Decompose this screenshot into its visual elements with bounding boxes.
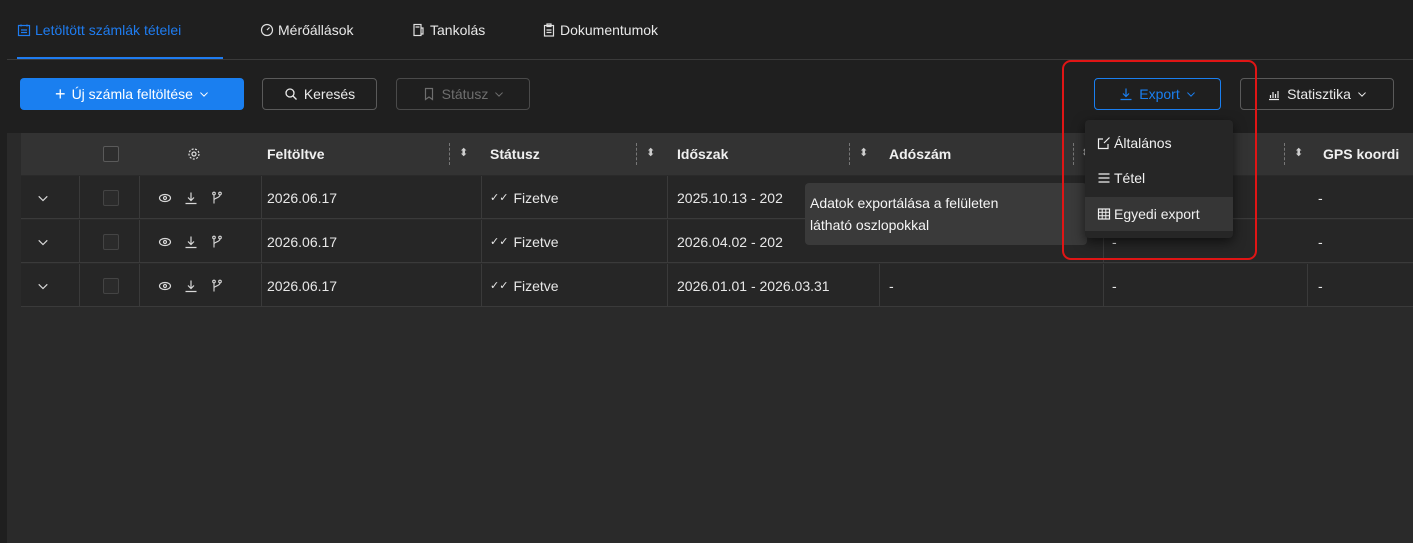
tab-documents[interactable]: Dokumentumok	[542, 22, 658, 38]
double-check-icon: ✓✓	[490, 236, 509, 248]
header-gps[interactable]: GPS koordi	[1323, 133, 1399, 175]
header-period[interactable]: Időszak	[677, 133, 728, 175]
gps-cell: -	[1318, 189, 1323, 206]
row-actions	[158, 176, 236, 219]
expand-row-icon[interactable]	[37, 264, 49, 307]
period-cell: 2026.01.01 - 2026.03.31	[677, 277, 830, 294]
tab-meter-readings[interactable]: Mérőállások	[260, 22, 353, 38]
header-select-all[interactable]	[103, 133, 119, 175]
tab-label: Tankolás	[430, 22, 486, 38]
row-checkbox[interactable]	[103, 220, 119, 263]
tab-downloaded-invoice-items[interactable]: Letöltött számlák tételei	[17, 22, 181, 38]
header-tax-number[interactable]: Adószám	[889, 133, 951, 175]
eye-icon[interactable]	[158, 191, 172, 205]
period-cell: 2026.04.02 - 202	[677, 233, 783, 250]
download-icon[interactable]	[184, 191, 198, 205]
uploaded-cell: 2026.06.17	[267, 233, 338, 250]
bookmark-icon	[424, 87, 433, 101]
fuel-icon	[413, 23, 424, 37]
uploaded-cell: 2026.06.17	[267, 277, 338, 294]
status-filter-button[interactable]: Státusz	[396, 78, 530, 110]
eye-icon[interactable]	[158, 279, 172, 293]
sort-icon[interactable]: ⬍	[646, 146, 655, 159]
chevron-down-icon	[495, 92, 504, 97]
column-resizer[interactable]	[449, 143, 450, 165]
tax-number-cell: -	[889, 277, 894, 294]
clipboard-icon	[543, 23, 555, 37]
row-checkbox[interactable]	[103, 264, 119, 307]
status-cell: ✓✓ Fizetve	[490, 277, 559, 294]
chevron-down-icon	[1357, 92, 1366, 97]
double-check-icon: ✓✓	[490, 280, 509, 292]
tab-label: Letöltött számlák tételei	[35, 22, 182, 38]
column-resizer[interactable]	[1284, 143, 1285, 165]
branch-icon[interactable]	[210, 235, 224, 249]
partial-cell: -	[1112, 277, 1117, 294]
uploaded-cell: 2026.06.17	[267, 189, 338, 206]
expand-row-icon[interactable]	[37, 220, 49, 263]
invoice-icon	[17, 24, 31, 37]
double-check-icon: ✓✓	[490, 192, 509, 204]
branch-icon[interactable]	[210, 191, 224, 205]
new-invoice-button[interactable]: + Új számla feltöltése	[20, 78, 244, 110]
tab-bar: Letöltött számlák tételei Mérőállások Ta…	[7, 0, 1413, 60]
period-cell: 2025.10.13 - 202	[677, 189, 783, 206]
sort-icon[interactable]: ⬍	[859, 146, 868, 159]
chevron-down-icon	[200, 92, 208, 97]
tab-fueling[interactable]: Tankolás	[412, 22, 485, 38]
tab-label: Dokumentumok	[560, 22, 659, 38]
column-resizer[interactable]	[636, 143, 637, 165]
sort-icon[interactable]: ⬍	[459, 146, 468, 159]
column-settings[interactable]	[187, 133, 201, 175]
download-icon[interactable]	[184, 235, 198, 249]
eye-icon[interactable]	[158, 235, 172, 249]
status-cell: ✓✓ Fizetve	[490, 233, 559, 250]
bar-chart-icon	[1269, 91, 1280, 101]
gauge-icon	[260, 23, 274, 37]
gear-icon	[188, 148, 200, 160]
search-icon	[285, 88, 297, 100]
column-resizer[interactable]	[849, 143, 850, 165]
app-frame: Letöltött számlák tételei Mérőállások Ta…	[7, 0, 1413, 543]
header-status[interactable]: Státusz	[490, 133, 540, 175]
row-checkbox[interactable]	[103, 176, 119, 219]
export-tooltip: Adatok exportálása a felületen látható o…	[805, 183, 1087, 245]
active-tab-indicator	[17, 57, 223, 59]
download-icon[interactable]	[184, 279, 198, 293]
row-actions	[158, 220, 236, 263]
table-row[interactable]: 2026.06.17 ✓✓ Fizetve 2026.01.01 - 2026.0…	[21, 264, 1413, 307]
row-actions	[158, 264, 236, 307]
tab-label: Mérőállások	[278, 22, 354, 38]
branch-icon[interactable]	[210, 279, 224, 293]
statistics-button[interactable]: Statisztika	[1240, 78, 1394, 110]
expand-row-icon[interactable]	[37, 176, 49, 219]
header-uploaded[interactable]: Feltöltve	[267, 133, 325, 175]
sort-icon[interactable]: ⬍	[1294, 146, 1303, 159]
search-button[interactable]: Keresés	[262, 78, 377, 110]
status-cell: ✓✓ Fizetve	[490, 189, 559, 206]
gps-cell: -	[1318, 277, 1323, 294]
gps-cell: -	[1318, 233, 1323, 250]
annotation-highlight-box	[1062, 60, 1257, 260]
select-all-checkbox[interactable]	[103, 146, 119, 162]
plus-icon: +	[55, 84, 66, 104]
